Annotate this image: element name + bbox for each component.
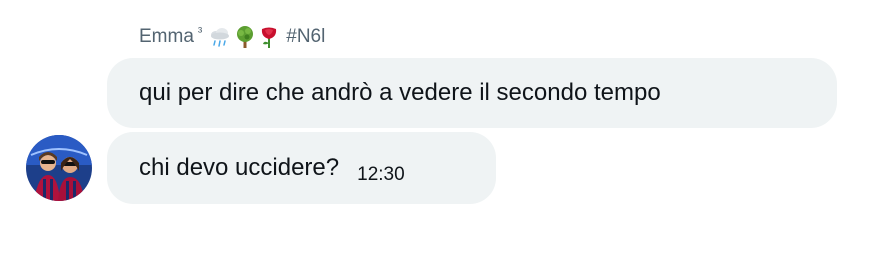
message-bubble[interactable]: chi devo uccidere? 12:30	[107, 132, 496, 204]
message-text: qui per dire che andrò a vedere il secon…	[139, 79, 661, 106]
message-text: chi devo uccidere?	[139, 154, 340, 181]
tree-icon	[237, 26, 254, 48]
rose-icon	[262, 27, 277, 48]
sender-tag: #N6l	[286, 26, 326, 47]
sender-emojis	[208, 25, 280, 49]
message-bubble[interactable]: qui per dire che andrò a vedere il secon…	[107, 58, 837, 128]
message-sender[interactable]: Emma ³ #N6l	[139, 22, 325, 52]
sender-superscript: ³	[197, 23, 203, 39]
sender-name: Emma	[139, 26, 194, 47]
cloud-with-rain-icon	[211, 28, 230, 47]
avatar[interactable]	[26, 135, 92, 201]
message-timestamp: 12:30	[357, 164, 405, 185]
avatar-photo	[26, 135, 92, 201]
